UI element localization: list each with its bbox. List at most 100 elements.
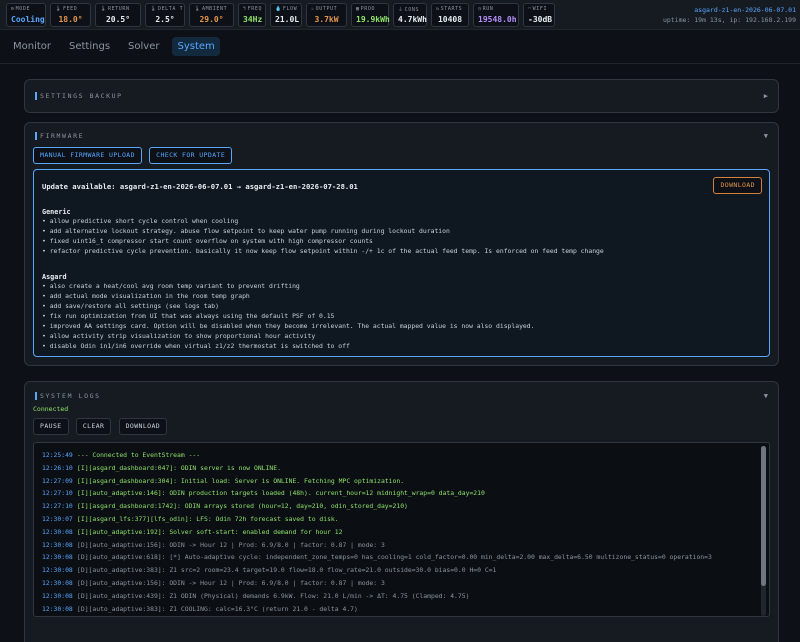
status-value: 10408 <box>437 14 463 24</box>
main-tabs: Monitor Settings Solver System <box>0 30 800 64</box>
tab-system[interactable]: System <box>172 37 220 56</box>
status-value: Cooling <box>11 14 45 24</box>
status-value: 20.5° <box>105 14 131 24</box>
status-value: 34Hz <box>243 14 263 24</box>
status-ambient: 🌡AMBIENT 29.0° <box>189 2 234 27</box>
status-label: MODE <box>15 5 31 12</box>
download-logs-button[interactable]: DOWNLOAD <box>118 418 168 435</box>
log-timestamp: 12:30:08 <box>42 553 73 562</box>
system-logs-header[interactable]: SYSTEM LOGS ▼ <box>25 382 778 410</box>
status-flow: 💧FLOW 21.0L <box>270 2 302 27</box>
status-run: ◷RUN 19548.0h <box>473 2 519 27</box>
status-label: CONS <box>404 6 420 13</box>
changelog-item: • add save/restore all settings (see log… <box>42 302 219 310</box>
log-line: 12:30:08 [D][auto_adaptive:383]: Z1 COOLI… <box>42 603 761 616</box>
status-value: 18.0° <box>58 14 83 24</box>
log-scrollbar[interactable] <box>761 446 766 616</box>
log-timestamp: 12:25:49 <box>42 451 73 459</box>
log-scrollbar-thumb[interactable] <box>761 446 766 586</box>
changelog-item: • allow activity strip visualization to … <box>42 332 316 340</box>
bolt-icon: ϟ <box>243 5 247 12</box>
log-line: 12:30:08 [D][auto_adaptive:156]: ODIN -> … <box>42 539 761 552</box>
chart-icon: ▦ <box>356 5 360 12</box>
log-line: 12:30:08[D][auto_adaptive:449]: Z1 PID C… <box>42 615 761 616</box>
changelog-section-heading: Generic <box>42 208 71 216</box>
log-line: 12:30:08 [D][auto_adaptive:156]: ODIN -> … <box>42 577 761 590</box>
log-lines: 12:25:49 --- Connected to EventStream ---… <box>42 449 761 616</box>
status-delta-t: 🌡DELTA T 2.5° <box>145 2 185 27</box>
settings-backup-header[interactable]: SETTINGS BACKUP ▶ <box>25 80 778 112</box>
pause-button[interactable]: PAUSE <box>33 418 69 435</box>
log-actions: PAUSE CLEAR DOWNLOAD <box>33 418 168 435</box>
status-bar: ⚙MODE Cooling 🌡FEED 18.0° 🌡RETURN 20.5° 🌡DELTA… <box>0 0 800 30</box>
status-prod: ▦PROD 19.9kWh <box>351 2 390 27</box>
refresh-icon: ↻ <box>436 5 440 12</box>
firmware-version: asgard-z1-en-2026-06-07.01 <box>694 6 796 14</box>
status-label: AMBIENT <box>201 5 228 12</box>
status-value: -30dB <box>528 14 553 24</box>
settings-backup-card: SETTINGS BACKUP ▶ <box>24 79 779 113</box>
log-message: [I][asgard_dashboard:1742]: ODIN arrays … <box>77 502 408 511</box>
check-for-update-button[interactable]: CHECK FOR UPDATE <box>149 147 233 164</box>
status-freq: ϟFREQ 34Hz <box>238 2 266 27</box>
log-line: 12:27:10 [I][asgard_dashboard:1742]: ODIN… <box>42 500 761 513</box>
log-line: 12:27:10 [I][auto_adaptive:146]: ODIN pro… <box>42 487 761 500</box>
status-label: RUN <box>482 5 494 12</box>
changelog-section-heading: Asgard <box>42 273 67 281</box>
manual-firmware-upload-button[interactable]: MANUAL FIRMWARE UPLOAD <box>33 147 142 164</box>
log-message: [I][auto_adaptive:192]: Solver soft-star… <box>77 527 343 536</box>
changelog-item: • fixed uint16_t compressor start count … <box>42 237 373 245</box>
status-feed: 🌡FEED 18.0° <box>50 2 91 27</box>
status-label: FLOW <box>282 5 298 12</box>
log-message: [I][auto_adaptive:146]: ODIN production … <box>77 489 485 498</box>
log-console[interactable]: 12:25:49 --- Connected to EventStream ---… <box>33 442 770 617</box>
status-value: 19.9kWh <box>356 14 390 24</box>
log-message: [I][asgard_lfs:377][lfs_odin]: LFS: Odin… <box>77 514 339 523</box>
connection-status: Connected <box>33 405 69 413</box>
gear-icon: ⚙ <box>11 5 15 12</box>
thermometer-icon: 🌡 <box>100 5 107 12</box>
drop-icon: 💧 <box>275 5 282 12</box>
thermometer-icon: 🌡 <box>194 5 201 12</box>
log-timestamp: 12:30:08 <box>42 566 73 575</box>
clock-icon: ◷ <box>478 5 482 12</box>
chevron-right-icon[interactable]: ▶ <box>764 92 768 100</box>
log-timestamp: 12:26:10 <box>42 463 73 472</box>
changelog-item: • add actual mode visualization in the r… <box>42 292 250 300</box>
thermometer-icon: 🌡 <box>150 5 157 12</box>
system-logs-title: SYSTEM LOGS <box>35 392 101 400</box>
log-line: 12:30:08 [D][auto_adaptive:439]: Z1 ODIN … <box>42 590 761 603</box>
chevron-down-icon[interactable]: ▼ <box>764 132 768 140</box>
plug-icon: ⏚ <box>398 6 404 13</box>
log-line: 12:30:08 [D][auto_adaptive:383]: Z1 src=2… <box>42 564 761 577</box>
log-message: [D][auto_adaptive:439]: Z1 ODIN (Physica… <box>77 591 470 600</box>
firmware-actions: MANUAL FIRMWARE UPLOAD CHECK FOR UPDATE <box>33 147 233 164</box>
changelog-item: • refactor predictive cycle prevention. … <box>42 247 604 255</box>
status-label: PROD <box>360 5 376 12</box>
tab-monitor[interactable]: Monitor <box>8 37 56 56</box>
log-message: [D][auto_adaptive:156]: ODIN -> Hour 12 … <box>77 540 385 549</box>
changelog-item: • disable Odin in1/in6 override when vir… <box>42 342 350 350</box>
firmware-header[interactable]: FIRMWARE ▼ <box>25 123 778 149</box>
download-firmware-button[interactable]: DOWNLOAD <box>713 177 762 194</box>
log-timestamp: 12:30:08 <box>42 615 77 616</box>
settings-backup-title: SETTINGS BACKUP <box>35 92 123 100</box>
log-message: [D][auto_adaptive:156]: ODIN -> Hour 12 … <box>77 578 385 587</box>
log-timestamp: 12:30:08 <box>42 540 73 549</box>
status-label: STARTS <box>440 5 463 12</box>
log-line: 12:30:08 [D][auto_adaptive:618]: [*] Auto… <box>42 551 761 564</box>
log-message: --- Connected to EventStream --- <box>77 451 201 459</box>
tab-settings[interactable]: Settings <box>64 37 115 56</box>
flame-icon: ♨ <box>311 5 315 12</box>
status-label: WIFI <box>532 5 548 12</box>
log-timestamp: 12:30:08 <box>42 591 73 600</box>
log-timestamp: 12:30:08 <box>42 578 73 587</box>
status-value: 19548.0h <box>478 14 517 24</box>
status-cons: ⏚CONS 4.7kWh <box>393 2 427 27</box>
status-label: FREQ <box>247 5 263 12</box>
chevron-down-icon[interactable]: ▼ <box>764 392 768 400</box>
changelog: Generic • allow predictive short cycle co… <box>42 208 761 351</box>
clear-button[interactable]: CLEAR <box>75 418 112 435</box>
tab-solver[interactable]: Solver <box>123 37 164 56</box>
uptime-info: uptime: 19m 13s, ip: 192.168.2.199 <box>662 16 796 24</box>
